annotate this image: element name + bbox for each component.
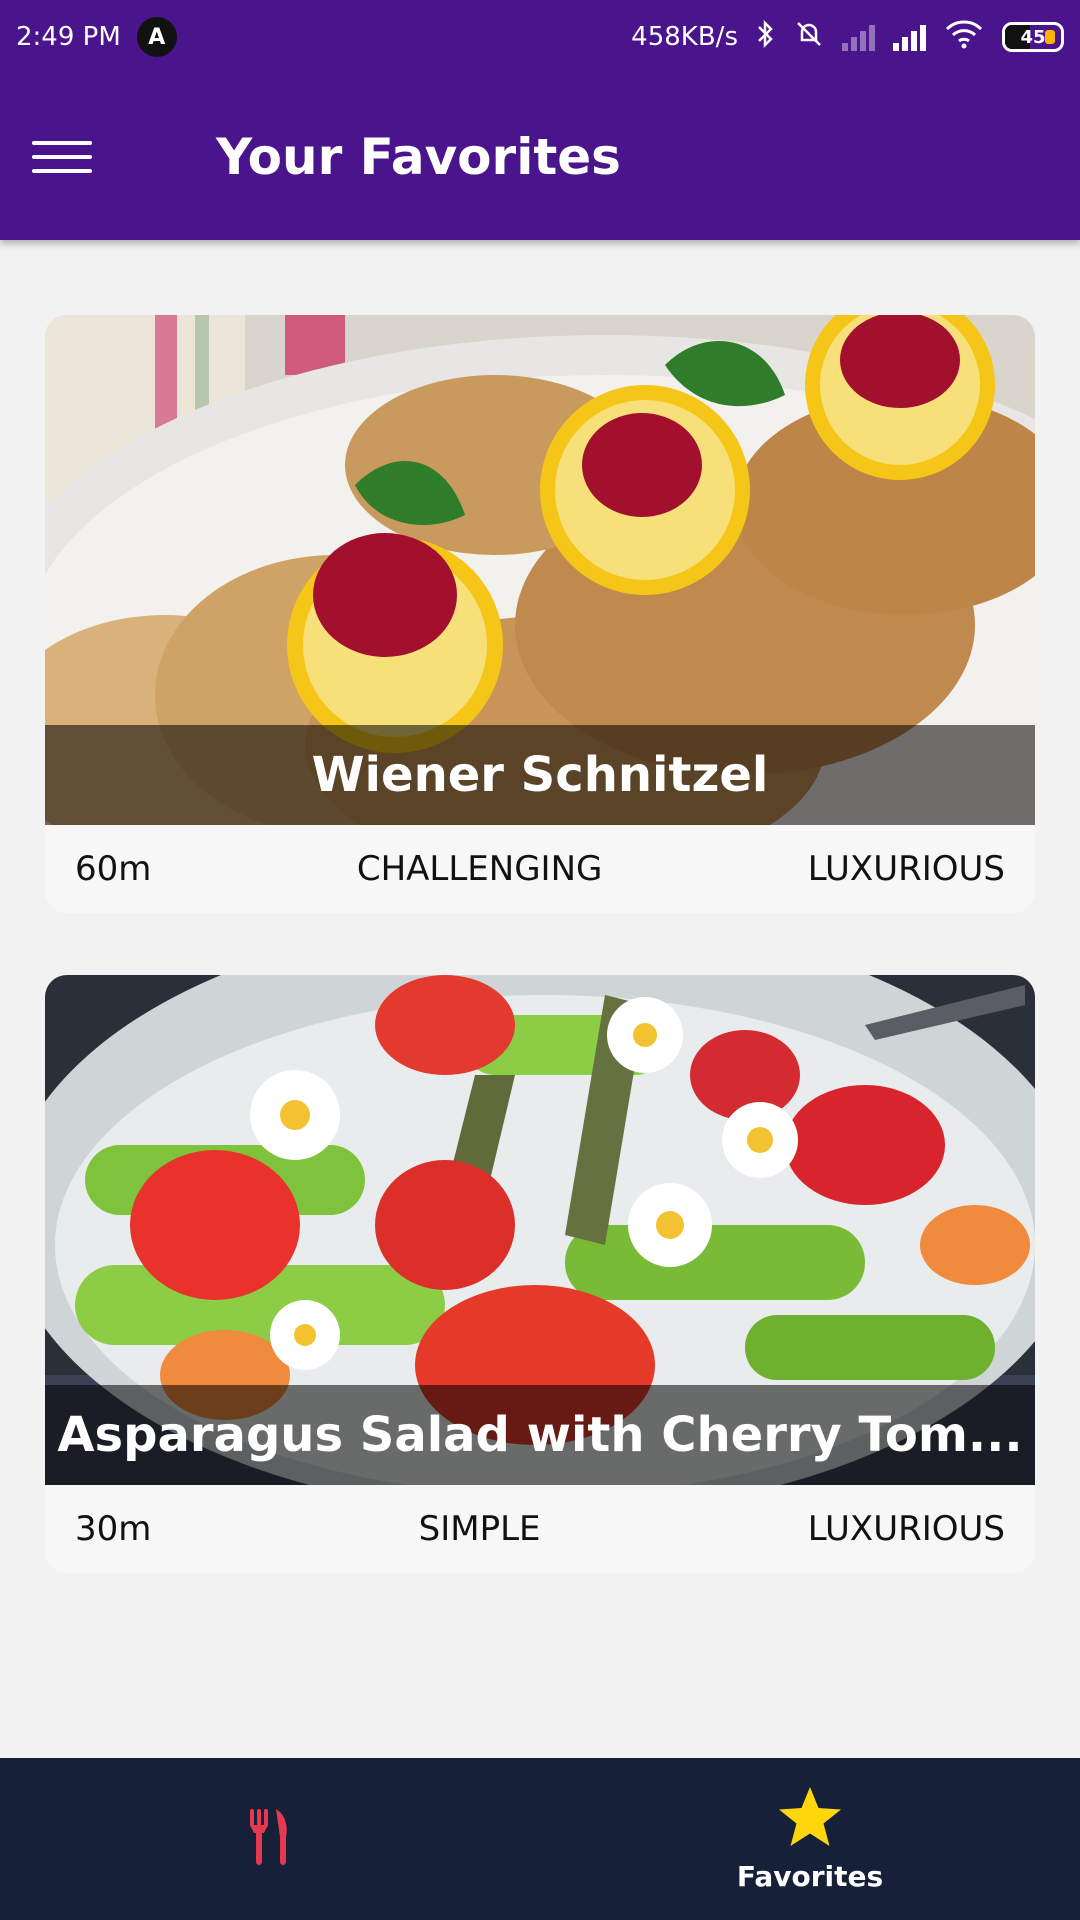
bottom-navigation: Favorites bbox=[0, 1758, 1080, 1920]
sim1-signal-icon bbox=[893, 23, 926, 51]
hamburger-menu-icon[interactable] bbox=[32, 137, 92, 177]
meal-duration: 30m bbox=[75, 1509, 152, 1549]
meal-card[interactable]: Asparagus Salad with Cherry Tom... 30m S… bbox=[45, 975, 1035, 1573]
nav-favorites[interactable]: Favorites bbox=[540, 1758, 1080, 1920]
status-time: 2:49 PM bbox=[16, 22, 121, 52]
star-icon bbox=[775, 1785, 845, 1854]
sim2-signal-icon bbox=[842, 23, 875, 51]
meal-complexity: SIMPLE bbox=[418, 1509, 541, 1549]
meal-title: Wiener Schnitzel bbox=[45, 725, 1035, 825]
meal-title: Asparagus Salad with Cherry Tom... bbox=[45, 1385, 1035, 1485]
meal-affordability: LUXURIOUS bbox=[807, 849, 1005, 889]
nav-favorites-label: Favorites bbox=[736, 1860, 884, 1893]
wifi-icon bbox=[944, 19, 984, 56]
meal-image: Wiener Schnitzel bbox=[45, 315, 1035, 825]
meal-image: Asparagus Salad with Cherry Tom... bbox=[45, 975, 1035, 1485]
bluetooth-icon bbox=[756, 19, 776, 56]
meal-meta: 60m CHALLENGING LUXURIOUS bbox=[45, 825, 1035, 913]
meal-card[interactable]: Wiener Schnitzel 60m CHALLENGING LUXURIO… bbox=[45, 315, 1035, 913]
battery-level: 45 bbox=[1020, 26, 1046, 48]
meal-affordability: LUXURIOUS bbox=[807, 1509, 1005, 1549]
page-title: Your Favorites bbox=[216, 128, 621, 186]
battery-icon: 45 bbox=[1002, 22, 1064, 52]
app-notification-icon: A bbox=[136, 17, 177, 57]
network-speed: 458KB/s bbox=[631, 22, 738, 52]
meal-complexity: CHALLENGING bbox=[356, 849, 603, 889]
muted-bell-icon bbox=[794, 19, 824, 56]
nav-meals[interactable] bbox=[0, 1758, 540, 1920]
meal-duration: 60m bbox=[75, 849, 152, 889]
meal-meta: 30m SIMPLE LUXURIOUS bbox=[45, 1485, 1035, 1573]
status-bar: 2:49 PM A 458KB/s 45 bbox=[0, 0, 1080, 74]
fork-knife-icon bbox=[248, 1807, 292, 1872]
app-bar: Your Favorites bbox=[0, 74, 1080, 240]
